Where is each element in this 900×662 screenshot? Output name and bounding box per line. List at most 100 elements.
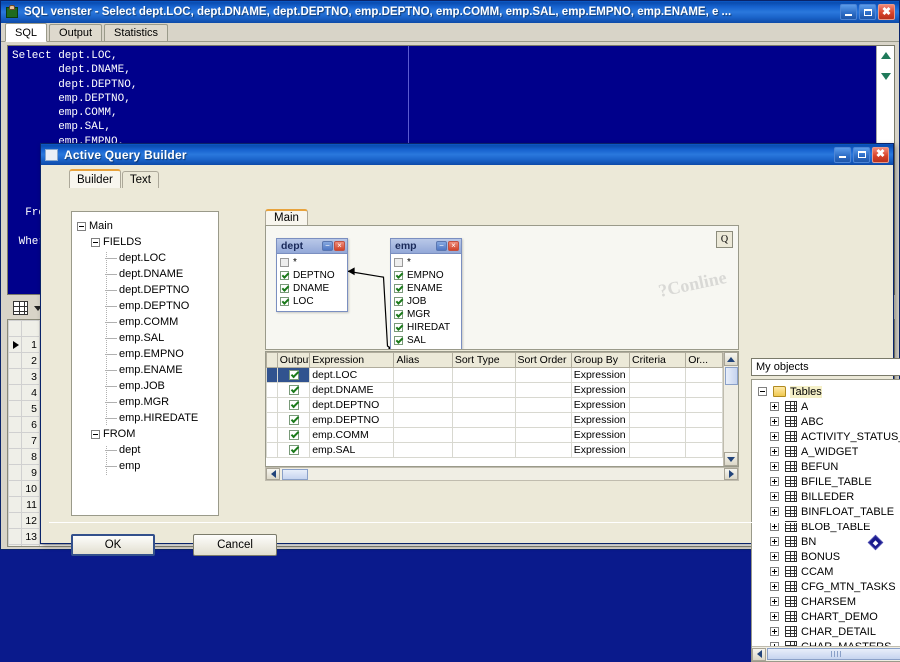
- field-row[interactable]: DEPTNO: [280, 269, 345, 282]
- tab-sql[interactable]: SQL: [5, 23, 47, 42]
- tree-field-item[interactable]: emp.JOB: [77, 378, 218, 394]
- field-checkbox[interactable]: [280, 284, 289, 293]
- row-marker[interactable]: [9, 369, 22, 385]
- expand-icon[interactable]: [770, 492, 779, 501]
- dialog-close-button[interactable]: ✖: [872, 147, 889, 163]
- dialog-maximize-button[interactable]: [853, 147, 870, 163]
- output-checkbox[interactable]: [289, 415, 299, 425]
- expression-grid[interactable]: Output Expression Alias Sort Type Sort O…: [265, 351, 739, 467]
- output-cell[interactable]: [277, 413, 309, 428]
- row-marker[interactable]: [9, 529, 22, 545]
- expand-icon[interactable]: [770, 597, 779, 606]
- output-cell[interactable]: [277, 398, 309, 413]
- row-selector[interactable]: [267, 443, 278, 458]
- tree-field-item[interactable]: emp.SAL: [77, 330, 218, 346]
- tree-from-item[interactable]: dept: [77, 442, 218, 458]
- field-checkbox[interactable]: [394, 323, 403, 332]
- tree-field-item[interactable]: emp.ENAME: [77, 362, 218, 378]
- or-cell[interactable]: [686, 383, 723, 398]
- col-header-or[interactable]: Or...: [686, 353, 723, 368]
- field-checkbox[interactable]: [394, 349, 403, 350]
- row-marker[interactable]: [9, 353, 22, 369]
- field-row-star[interactable]: *: [394, 256, 459, 269]
- alias-cell[interactable]: [394, 413, 452, 428]
- row-marker[interactable]: [9, 433, 22, 449]
- collapse-icon[interactable]: [758, 387, 767, 396]
- group-by-cell[interactable]: Expression: [571, 383, 629, 398]
- scroll-right-icon[interactable]: [724, 468, 738, 480]
- minimize-button[interactable]: [840, 4, 857, 20]
- expand-icon[interactable]: [770, 582, 779, 591]
- objects-table-item[interactable]: CFG_MTN_TASKS: [756, 579, 900, 594]
- expand-icon[interactable]: [770, 642, 779, 646]
- tree-field-item[interactable]: dept.DNAME: [77, 266, 218, 282]
- group-by-cell[interactable]: Expression: [571, 443, 629, 458]
- expression-cell[interactable]: dept.LOC: [310, 368, 394, 383]
- tree-field-item[interactable]: emp.DEPTNO: [77, 298, 218, 314]
- expression-row[interactable]: emp.SALExpression: [267, 443, 723, 458]
- row-marker[interactable]: [9, 337, 22, 353]
- objects-tree-panel[interactable]: Tables AABCACTIVITY_STATUS_IA_WIDGETBEFU…: [751, 379, 900, 662]
- row-marker[interactable]: [9, 545, 22, 548]
- tree-field-item[interactable]: emp.MGR: [77, 394, 218, 410]
- scroll-left-icon[interactable]: [266, 468, 280, 480]
- objects-table-item[interactable]: BONUS: [756, 549, 900, 564]
- scroll-thumb[interactable]: [282, 469, 308, 480]
- objects-table-item[interactable]: ACTIVITY_STATUS_I: [756, 429, 900, 444]
- output-cell[interactable]: [277, 368, 309, 383]
- row-selector[interactable]: [267, 413, 278, 428]
- group-by-cell[interactable]: Expression: [571, 398, 629, 413]
- sort-order-cell[interactable]: [515, 383, 571, 398]
- col-header-alias[interactable]: Alias: [394, 353, 452, 368]
- field-row[interactable]: HIREDAT: [394, 321, 459, 334]
- objects-table-item[interactable]: BILLEDER: [756, 489, 900, 504]
- objects-table-item[interactable]: BEFUN: [756, 459, 900, 474]
- tree-field-item[interactable]: emp.COMM: [77, 314, 218, 330]
- objects-table-item[interactable]: A_WIDGET: [756, 444, 900, 459]
- criteria-cell[interactable]: [630, 428, 686, 443]
- expand-icon[interactable]: [770, 432, 779, 441]
- row-marker[interactable]: [9, 481, 22, 497]
- ok-button[interactable]: OK: [71, 534, 155, 556]
- col-header-sort-type[interactable]: Sort Type: [452, 353, 515, 368]
- output-cell[interactable]: [277, 428, 309, 443]
- objects-root-tables[interactable]: Tables: [756, 384, 900, 399]
- field-row[interactable]: LOC: [280, 295, 345, 308]
- expand-icon[interactable]: [770, 537, 779, 546]
- table-box-dept[interactable]: dept − × * DEPTNODNAMELOC: [276, 238, 348, 312]
- sort-order-cell[interactable]: [515, 443, 571, 458]
- field-row[interactable]: JOB: [394, 295, 459, 308]
- expand-icon[interactable]: [770, 627, 779, 636]
- sort-type-cell[interactable]: [452, 428, 515, 443]
- alias-cell[interactable]: [394, 383, 452, 398]
- expression-hscrollbar[interactable]: [265, 467, 739, 481]
- row-selector[interactable]: [267, 383, 278, 398]
- sort-type-cell[interactable]: [452, 383, 515, 398]
- scroll-up-icon[interactable]: [724, 352, 738, 366]
- collapse-icon[interactable]: [91, 430, 100, 439]
- expression-vscrollbar[interactable]: [723, 352, 738, 466]
- field-row-star[interactable]: *: [280, 256, 345, 269]
- alias-cell[interactable]: [394, 428, 452, 443]
- row-marker[interactable]: [9, 449, 22, 465]
- row-marker[interactable]: [9, 513, 22, 529]
- expression-row[interactable]: dept.DEPTNOExpression: [267, 398, 723, 413]
- maximize-button[interactable]: [859, 4, 876, 20]
- objects-table-item[interactable]: BFILE_TABLE: [756, 474, 900, 489]
- or-cell[interactable]: [686, 368, 723, 383]
- expand-icon[interactable]: [770, 552, 779, 561]
- field-row[interactable]: EMPNO: [394, 269, 459, 282]
- row-marker[interactable]: [9, 417, 22, 433]
- or-cell[interactable]: [686, 443, 723, 458]
- tab-statistics[interactable]: Statistics: [104, 24, 168, 41]
- alias-cell[interactable]: [394, 443, 452, 458]
- field-row[interactable]: ENAME: [394, 282, 459, 295]
- objects-table-item[interactable]: BINFLOAT_TABLE: [756, 504, 900, 519]
- table-box-close-icon[interactable]: ×: [448, 241, 459, 251]
- tab-diagram-main[interactable]: Main: [265, 209, 308, 225]
- or-cell[interactable]: [686, 428, 723, 443]
- field-row[interactable]: DNAME: [280, 282, 345, 295]
- table-box-emp[interactable]: emp − × * EMPNOENAMEJOBMGRHIREDATSALCOMM…: [390, 238, 462, 350]
- col-header-criteria[interactable]: Criteria: [630, 353, 686, 368]
- expand-icon[interactable]: [770, 612, 779, 621]
